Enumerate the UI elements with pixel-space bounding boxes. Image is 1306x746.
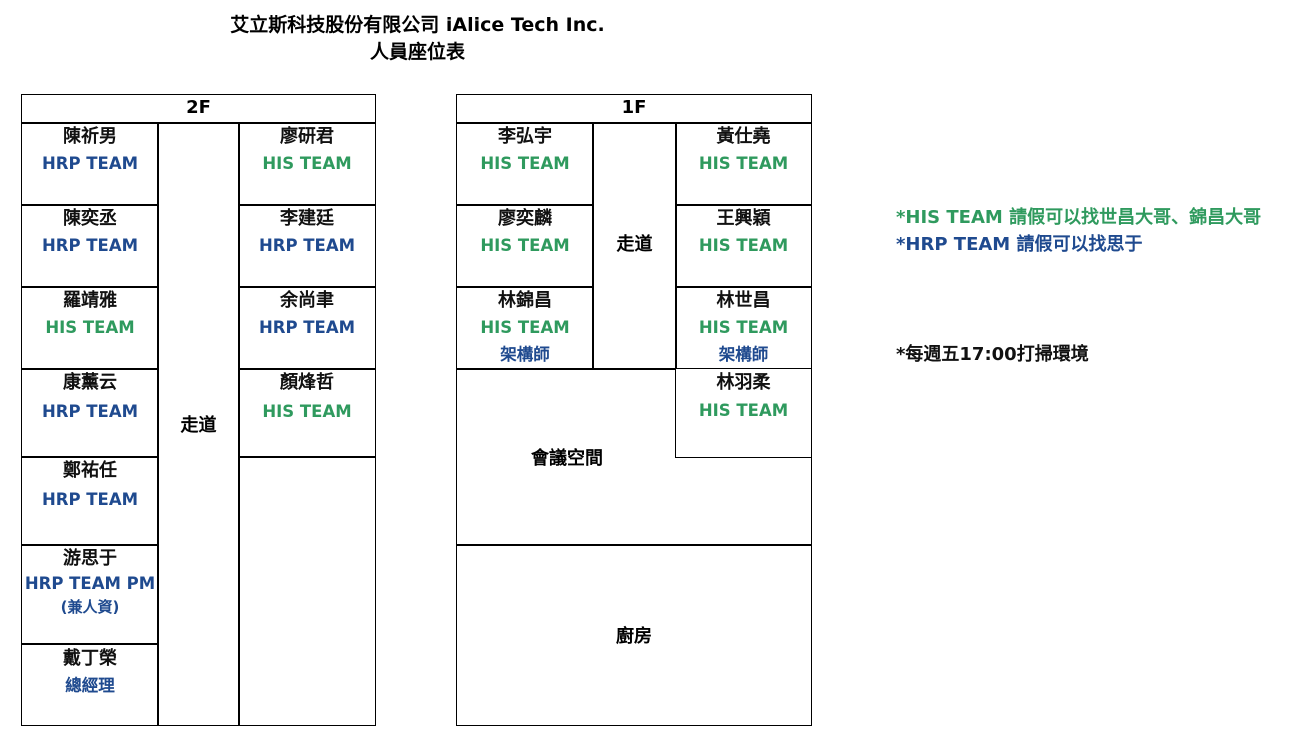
aisle-2f: 走道 [157,122,240,726]
seat-name: 廖奕麟 [498,208,552,229]
seat-2f-right-3: 余尚聿 HRP TEAM [238,286,376,370]
seat-2f-right-2: 李建廷 HRP TEAM [238,204,376,288]
seat-1f-left-1: 李弘宇 HIS TEAM [456,122,594,206]
seat-name: 陳奕丞 [63,208,117,229]
seat-2f-right-1: 廖研君 HIS TEAM [238,122,376,206]
seat-team: HIS TEAM [480,154,570,173]
seat-team: HIS TEAM [480,236,570,255]
seat-name: 王興穎 [716,208,771,229]
page-title: 艾立斯科技股份有限公司 iAlice Tech Inc. [230,14,605,36]
seat-1f-right-4: 林羽柔 HIS TEAM [675,368,812,458]
seat-2f-left-5: 鄭祐任 HRP TEAM [21,456,159,546]
seat-team: HRP TEAM [41,490,139,509]
seat-team: HIS TEAM [262,402,352,421]
seat-name: 李弘宇 [498,126,552,147]
kitchen: 廚房 [456,544,812,726]
seat-2f-left-6: 游思于 HRP TEAM PM (兼人資) [21,544,159,645]
seat-name: 林羽柔 [716,372,771,393]
seat-team: HRP TEAM [41,154,139,173]
seat-name: 林錦昌 [498,290,552,311]
note-hrp-leave: *HRP TEAM 請假可以找思于 [896,234,1143,255]
page-subtitle: 人員座位表 [369,41,465,63]
seat-name: 陳祈男 [63,126,117,147]
seat-note: (兼人資) [60,598,120,616]
aisle-label: 走道 [616,234,653,255]
note-his-leave: *HIS TEAM 請假可以找世昌大哥、錦昌大哥 [896,207,1262,228]
aisle-label: 走道 [180,415,217,436]
seat-2f-left-4: 康薰云 HRP TEAM [21,368,159,458]
floor-2f-header: 2F [21,94,376,124]
seat-1f-right-3: 林世昌 HIS TEAM 架構師 [675,286,812,370]
seat-2f-left-3: 羅靖雅 HIS TEAM [21,286,159,370]
seat-team: HRP TEAM [41,402,139,421]
seat-1f-left-2: 廖奕麟 HIS TEAM [456,204,594,288]
seat-1f-right-2: 王興穎 HIS TEAM [675,204,812,288]
seat-team: HIS TEAM [698,154,789,173]
aisle-1f: 走道 [592,122,677,370]
seat-team: HIS TEAM [262,154,352,173]
seat-2f-right-4: 顏烽哲 HIS TEAM [238,368,376,458]
seat-name: 游思于 [63,548,117,569]
seat-name: 黃仕堯 [716,126,771,147]
seat-team: HRP TEAM [258,236,356,255]
seat-1f-right-1: 黃仕堯 HIS TEAM [675,122,812,206]
seat-title: 架構師 [500,345,550,364]
seat-name: 余尚聿 [280,290,334,311]
empty-area-2f [238,456,376,726]
seat-name: 康薰云 [63,372,117,393]
kitchen-label: 廚房 [616,626,652,647]
seat-team: HIS TEAM [698,318,789,337]
seat-name: 鄭祐任 [63,460,117,481]
seat-2f-left-7: 戴丁榮 總經理 [21,643,159,726]
seat-title: 架構師 [718,345,769,364]
seat-team: HIS TEAM [698,401,789,420]
seat-2f-left-2: 陳奕丞 HRP TEAM [21,204,159,288]
seat-name: 羅靖雅 [63,290,117,311]
seat-team: HRP TEAM [41,236,139,255]
seat-name: 李建廷 [280,208,334,229]
seat-team: HRP TEAM PM [24,574,156,593]
seat-name: 顏烽哲 [280,372,334,393]
seat-1f-left-3: 林錦昌 HIS TEAM 架構師 [456,286,594,370]
seat-name: 廖研君 [280,126,334,147]
seat-team: HIS TEAM [480,318,570,337]
seat-2f-left-1: 陳祈男 HRP TEAM [21,122,159,206]
seat-team: HIS TEAM [45,318,135,337]
note-cleaning: *每週五17:00打掃環境 [896,344,1089,365]
floor-1f-header: 1F [456,94,812,124]
seat-name: 林世昌 [716,290,771,311]
meeting-room-label: 會議空間 [531,448,603,469]
seat-team: HIS TEAM [698,236,789,255]
seat-name: 戴丁榮 [63,648,117,669]
seat-team: HRP TEAM [258,318,356,337]
seat-title: 總經理 [65,676,115,695]
